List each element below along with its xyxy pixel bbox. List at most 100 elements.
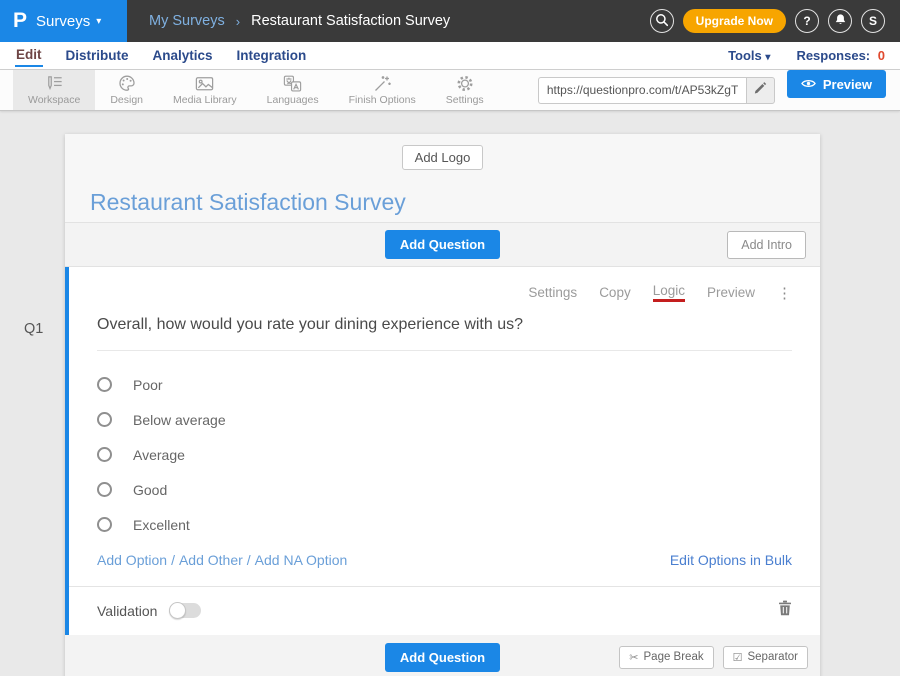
nav-tab-integration[interactable]: Integration (236, 45, 308, 66)
add-na-option-link[interactable]: Add NA Option (255, 552, 348, 568)
answer-option-row: Excellent (97, 517, 792, 532)
avatar-initial: S (869, 14, 877, 28)
option-label[interactable]: Average (133, 447, 185, 463)
share-url-group (538, 70, 775, 110)
answer-option-row: Average (97, 447, 792, 462)
chevron-down-icon: ▾ (765, 52, 770, 63)
upgrade-now-button[interactable]: Upgrade Now (683, 9, 786, 33)
nav-tab-distribute[interactable]: Distribute (65, 45, 130, 66)
breadcrumb-separator-icon: › (236, 14, 240, 29)
toolbar-tab-finish-options[interactable]: Finish Options (334, 70, 431, 110)
add-question-strip-top: Add Question Add Intro (65, 223, 820, 267)
account-avatar[interactable]: S (861, 9, 885, 33)
radio-button-icon[interactable] (97, 377, 112, 392)
search-icon (655, 13, 669, 30)
question-preview-link[interactable]: Preview (707, 285, 755, 300)
trash-icon (778, 600, 792, 621)
add-other-link[interactable]: Add Other (179, 552, 243, 568)
survey-url-input[interactable] (538, 77, 746, 104)
question-block-q1: Q1 Settings Copy Logic Preview ⋮ Overall… (65, 267, 820, 635)
checkbox-icon: ☑ (733, 651, 743, 664)
chevron-down-icon: ▾ (96, 16, 101, 27)
toolbar-tab-label: Workspace (28, 94, 80, 106)
tools-dropdown[interactable]: Tools ▾ (728, 48, 770, 63)
responses-counter[interactable]: Responses: 0 (796, 48, 885, 63)
delete-question-button[interactable] (778, 600, 792, 621)
breadcrumb-my-surveys[interactable]: My Surveys (149, 13, 225, 29)
preview-label: Preview (823, 77, 872, 92)
gear-icon (455, 74, 475, 93)
help-button[interactable]: ? (795, 9, 819, 33)
answer-option-row: Poor (97, 377, 792, 392)
survey-header: Add Logo Restaurant Satisfaction Survey (65, 134, 820, 223)
tools-label: Tools (728, 48, 762, 63)
toolbar-tab-settings[interactable]: Settings (431, 70, 499, 110)
toggle-knob (169, 602, 186, 619)
separator-button[interactable]: ☑ Separator (723, 646, 808, 669)
toolbar-tab-label: Design (110, 94, 143, 106)
toolbar-tab-label: Finish Options (349, 94, 416, 106)
add-question-button-top[interactable]: Add Question (385, 230, 500, 259)
notifications-button[interactable] (828, 9, 852, 33)
radio-button-icon[interactable] (97, 447, 112, 462)
add-option-link[interactable]: Add Option (97, 552, 167, 568)
survey-nav: Edit Distribute Analytics Integration To… (0, 42, 900, 70)
question-settings-link[interactable]: Settings (528, 285, 577, 300)
toolbar-tab-workspace[interactable]: Workspace (13, 70, 95, 110)
toolbar-tab-languages[interactable]: Languages (252, 70, 334, 110)
option-label[interactable]: Below average (133, 412, 226, 428)
separator-label: Separator (747, 651, 798, 663)
link-separator: / (247, 552, 251, 568)
toolbar-tab-media-library[interactable]: Media Library (158, 70, 252, 110)
editor-toolbar: Workspace Design Media Library Languages… (0, 70, 900, 111)
add-question-strip-bottom: Add Question ✂ Page Break ☑ Separator (65, 635, 820, 676)
radio-button-icon[interactable] (97, 482, 112, 497)
questionpro-logo-icon: P (13, 9, 27, 33)
top-bar: P Surveys ▾ My Surveys › Restaurant Sati… (0, 0, 900, 42)
validation-row: Validation (69, 586, 820, 635)
edit-options-in-bulk-link[interactable]: Edit Options in Bulk (670, 552, 792, 568)
breadcrumb: My Surveys › Restaurant Satisfaction Sur… (149, 13, 450, 29)
magic-wand-icon (372, 74, 392, 93)
image-icon (194, 74, 215, 93)
workspace-icon (44, 74, 65, 93)
page-break-button[interactable]: ✂ Page Break (619, 646, 713, 669)
add-question-button-bottom[interactable]: Add Question (385, 643, 500, 672)
toolbar-tab-label: Media Library (173, 94, 237, 106)
search-button[interactable] (650, 9, 674, 33)
scissors-icon: ✂ (629, 651, 638, 664)
survey-title[interactable]: Restaurant Satisfaction Survey (90, 189, 820, 216)
product-switcher[interactable]: P Surveys ▾ (0, 0, 127, 42)
answer-option-row: Below average (97, 412, 792, 427)
validation-toggle[interactable] (169, 603, 201, 618)
radio-button-icon[interactable] (97, 412, 112, 427)
preview-button[interactable]: Preview (787, 70, 886, 98)
survey-canvas: Add Logo Restaurant Satisfaction Survey … (0, 111, 900, 676)
edit-url-button[interactable] (746, 77, 775, 104)
responses-label: Responses: (796, 48, 870, 63)
nav-tab-edit[interactable]: Edit (15, 44, 43, 67)
bell-icon (834, 13, 847, 29)
radio-button-icon[interactable] (97, 517, 112, 532)
palette-icon (117, 74, 137, 93)
question-text[interactable]: Overall, how would you rate your dining … (97, 316, 792, 351)
nav-right: Tools ▾ Responses: 0 (728, 48, 885, 63)
question-copy-link[interactable]: Copy (599, 285, 631, 300)
nav-tab-analytics[interactable]: Analytics (152, 45, 214, 66)
question-logic-link[interactable]: Logic (653, 283, 685, 302)
add-option-links: Add Option/Add Other/Add NA Option (97, 552, 347, 568)
question-number-label: Q1 (24, 321, 43, 337)
option-label[interactable]: Good (133, 482, 167, 498)
toolbar-tab-design[interactable]: Design (95, 70, 158, 110)
validation-label: Validation (97, 603, 157, 619)
option-label[interactable]: Excellent (133, 517, 190, 533)
pencil-icon (754, 81, 767, 99)
answer-options-list: Poor Below average Average Good Excellen… (97, 377, 792, 532)
topbar-actions: Upgrade Now ? S (650, 9, 900, 33)
product-name: Surveys (36, 13, 90, 30)
page-break-label: Page Break (644, 651, 704, 663)
add-logo-button[interactable]: Add Logo (402, 145, 484, 170)
add-intro-button[interactable]: Add Intro (727, 231, 806, 259)
kebab-menu-icon[interactable]: ⋮ (777, 284, 792, 302)
option-label[interactable]: Poor (133, 377, 163, 393)
